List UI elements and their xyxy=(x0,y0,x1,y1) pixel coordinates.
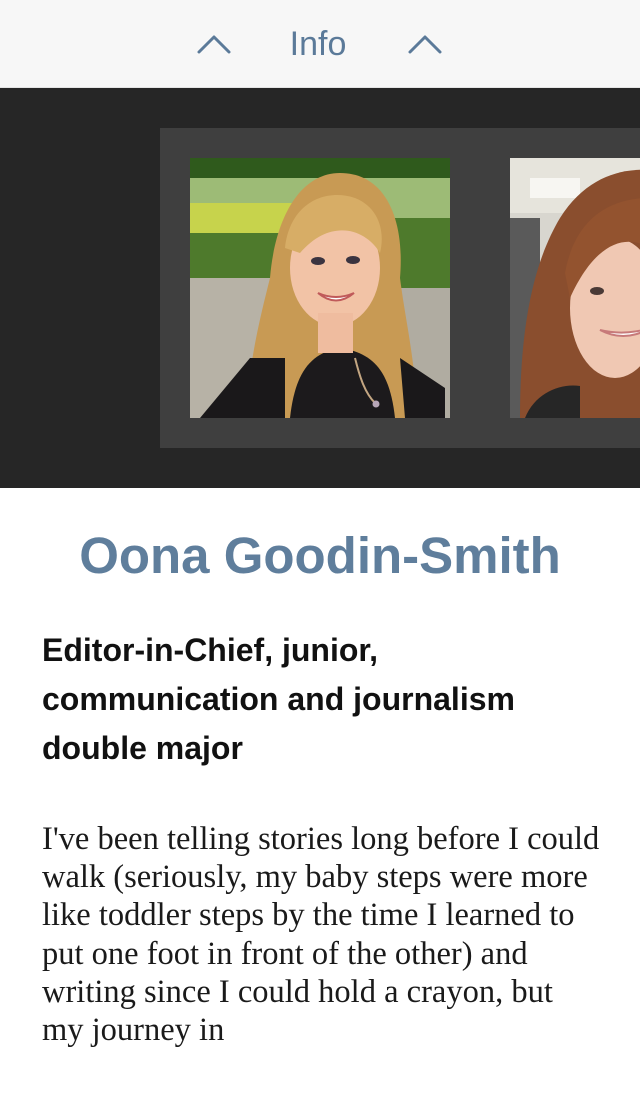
staff-photo-oona[interactable] xyxy=(190,158,450,418)
info-button[interactable]: Info xyxy=(260,24,376,64)
person-name: Oona Goodin-Smith xyxy=(79,527,561,584)
person-bio: I've been telling stories long before I … xyxy=(42,821,600,1049)
bio-truncation-mask xyxy=(0,1048,640,1096)
staff-photo-next[interactable] xyxy=(510,158,640,418)
previous-chevron-up-icon[interactable] xyxy=(194,24,234,64)
staff-photo-carousel[interactable] xyxy=(0,88,640,488)
person-role: Editor-in-Chief, junior, communication a… xyxy=(42,632,515,766)
next-chevron-up-icon[interactable] xyxy=(405,24,445,64)
profile-content: Oona Goodin-Smith Editor-in-Chief, junio… xyxy=(0,488,640,1096)
top-navigation-bar: Info xyxy=(0,0,640,88)
